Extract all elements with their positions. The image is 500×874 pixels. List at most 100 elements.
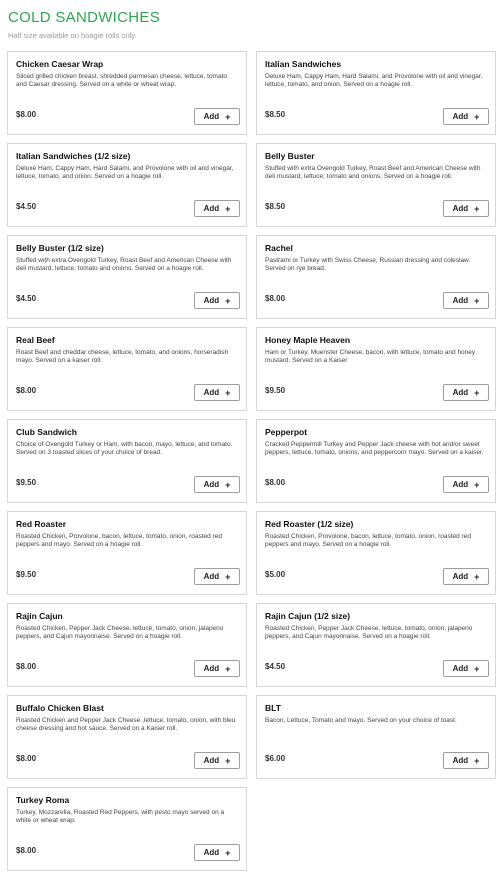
menu-item-description: Bacon, Lettuce, Tomato and mayo. Served …: [265, 717, 457, 724]
add-to-cart-button[interactable]: Add +: [443, 108, 489, 125]
menu-item-card[interactable]: Rachel Pastrami or Turkey with Swiss Che…: [256, 235, 496, 319]
menu-item-name: Red Roaster: [16, 519, 67, 529]
menu-item-description: Roast Beef and cheddar cheese, lettuce, …: [16, 349, 229, 365]
plus-icon: +: [225, 571, 231, 582]
add-to-cart-button[interactable]: Add +: [443, 384, 489, 401]
menu-item-description: Cracked Peppermill Turkey and Pepper Jac…: [265, 441, 484, 457]
menu-item-description: Roasted Chicken, Pepper Jack Cheese, let…: [16, 625, 224, 641]
menu-item-description: Deluxe Ham, Cappy Ham, Hard Salami, and …: [16, 165, 234, 181]
add-button-label: Add: [452, 664, 469, 673]
plus-icon: +: [474, 295, 480, 306]
menu-item-price: $4.50: [265, 662, 286, 671]
menu-item-name: Belly Buster (1/2 size): [16, 243, 104, 253]
menu-item-name: Rajin Cajun (1/2 size): [265, 611, 351, 621]
menu-item-description: Ham or Turkey, Muenster Cheese, bacon, w…: [265, 349, 476, 365]
menu-item-price: $4.50: [16, 294, 37, 303]
menu-item-name: Italian Sandwiches (1/2 size): [16, 151, 131, 161]
plus-icon: +: [474, 387, 480, 398]
menu-item-description: Roasted Chicken, Pepper Jack Cheese, let…: [265, 625, 473, 641]
menu-item-description: Deluxe Ham, Cappy Ham, Hard Salami, and …: [265, 73, 483, 89]
menu-item-description: Sliced grilled chicken breast, shredded …: [16, 73, 228, 89]
menu-item-price: $8.00: [16, 110, 37, 119]
menu-item-card[interactable]: Chicken Caesar Wrap Sliced grilled chick…: [7, 51, 247, 135]
add-to-cart-button[interactable]: Add +: [443, 660, 489, 677]
menu-item-card[interactable]: Club Sandwich Choice of Ovengold Turkey …: [7, 419, 247, 503]
menu-item-price: $9.50: [265, 386, 286, 395]
add-button-label: Add: [452, 204, 469, 213]
menu-item-name: Italian Sandwiches: [265, 59, 342, 69]
menu-item-description: Stuffed with extra Ovengold Turkey, Roas…: [265, 165, 481, 181]
add-button-label: Add: [452, 388, 469, 397]
menu-item-description: Stuffed with extra Ovengold Turkey, Roas…: [16, 257, 232, 273]
plus-icon: +: [474, 111, 480, 122]
menu-item-description: Turkey, Mozzarella, Roasted Red Peppers,…: [16, 809, 225, 825]
add-button-label: Add: [203, 204, 220, 213]
add-button-label: Add: [452, 572, 469, 581]
menu-item-price: $8.50: [265, 202, 286, 211]
plus-icon: +: [225, 755, 231, 766]
add-to-cart-button[interactable]: Add +: [194, 200, 240, 217]
menu-item-card[interactable]: Red Roaster Roasted Chicken, Provolone, …: [7, 511, 247, 595]
menu-item-name: Rachel: [265, 243, 293, 253]
plus-icon: +: [474, 571, 480, 582]
menu-item-price: $8.00: [16, 754, 37, 763]
add-to-cart-button[interactable]: Add +: [443, 476, 489, 493]
add-to-cart-button[interactable]: Add +: [194, 660, 240, 677]
menu-item-price: $5.00: [265, 570, 286, 579]
menu-item-description: Choice of Ovengold Turkey or Ham, with b…: [16, 441, 233, 457]
plus-icon: +: [474, 479, 480, 490]
menu-grid: Chicken Caesar Wrap Sliced grilled chick…: [7, 51, 496, 871]
menu-item-card[interactable]: Real Beef Roast Beef and cheddar cheese,…: [7, 327, 247, 411]
section-title: COLD SANDWICHES: [8, 9, 161, 26]
add-button-label: Add: [203, 480, 220, 489]
menu-item-card[interactable]: Turkey Roma Turkey, Mozzarella, Roasted …: [7, 787, 247, 871]
menu-item-card[interactable]: Buffalo Chicken Blast Roasted Chicken an…: [7, 695, 247, 779]
menu-item-price: $8.00: [265, 294, 286, 303]
menu-item-card[interactable]: Honey Maple Heaven Ham or Turkey, Muenst…: [256, 327, 496, 411]
menu-item-card[interactable]: Red Roaster (1/2 size) Roasted Chicken, …: [256, 511, 496, 595]
menu-item-card[interactable]: Belly Buster (1/2 size) Stuffed with ext…: [7, 235, 247, 319]
menu-item-card[interactable]: BLT Bacon, Lettuce, Tomato and mayo. Ser…: [256, 695, 496, 779]
add-to-cart-button[interactable]: Add +: [194, 568, 240, 585]
add-to-cart-button[interactable]: Add +: [194, 108, 240, 125]
plus-icon: +: [474, 755, 480, 766]
menu-item-card[interactable]: Italian Sandwiches (1/2 size) Deluxe Ham…: [7, 143, 247, 227]
menu-item-card[interactable]: Italian Sandwiches Deluxe Ham, Cappy Ham…: [256, 51, 496, 135]
add-button-label: Add: [203, 756, 220, 765]
menu-item-price: $9.50: [16, 478, 37, 487]
add-to-cart-button[interactable]: Add +: [443, 752, 489, 769]
plus-icon: +: [225, 663, 231, 674]
add-to-cart-button[interactable]: Add +: [194, 752, 240, 769]
add-to-cart-button[interactable]: Add +: [194, 844, 240, 861]
menu-item-card[interactable]: Belly Buster Stuffed with extra Ovengold…: [256, 143, 496, 227]
menu-item-name: Pepperpot: [265, 427, 308, 437]
menu-item-name: Turkey Roma: [16, 795, 70, 805]
menu-item-card[interactable]: Rajin Cajun Roasted Chicken, Pepper Jack…: [7, 603, 247, 687]
menu-item-price: $8.00: [16, 662, 37, 671]
menu-item-price: $8.50: [265, 110, 286, 119]
menu-item-price: $6.00: [265, 754, 286, 763]
menu-item-card[interactable]: Rajin Cajun (1/2 size) Roasted Chicken, …: [256, 603, 496, 687]
menu-item-description: Roasted Chicken, Provolone, bacon, lettu…: [16, 533, 222, 549]
add-button-label: Add: [452, 756, 469, 765]
add-button-label: Add: [203, 388, 220, 397]
add-button-label: Add: [203, 112, 220, 121]
add-to-cart-button[interactable]: Add +: [194, 384, 240, 401]
add-to-cart-button[interactable]: Add +: [194, 292, 240, 309]
menu-item-name: Honey Maple Heaven: [265, 335, 351, 345]
add-button-label: Add: [452, 112, 469, 121]
menu-item-name: Belly Buster: [265, 151, 315, 161]
menu-item-price: $8.00: [16, 386, 37, 395]
add-button-label: Add: [203, 572, 220, 581]
menu-item-name: Red Roaster (1/2 size): [265, 519, 354, 529]
menu-item-name: Rajin Cajun: [16, 611, 63, 621]
add-to-cart-button[interactable]: Add +: [443, 200, 489, 217]
add-button-label: Add: [452, 480, 469, 489]
plus-icon: +: [225, 111, 231, 122]
menu-item-card[interactable]: Pepperpot Cracked Peppermill Turkey and …: [256, 419, 496, 503]
plus-icon: +: [225, 847, 231, 858]
add-to-cart-button[interactable]: Add +: [443, 568, 489, 585]
add-to-cart-button[interactable]: Add +: [443, 292, 489, 309]
add-to-cart-button[interactable]: Add +: [194, 476, 240, 493]
menu-item-name: Real Beef: [16, 335, 55, 345]
